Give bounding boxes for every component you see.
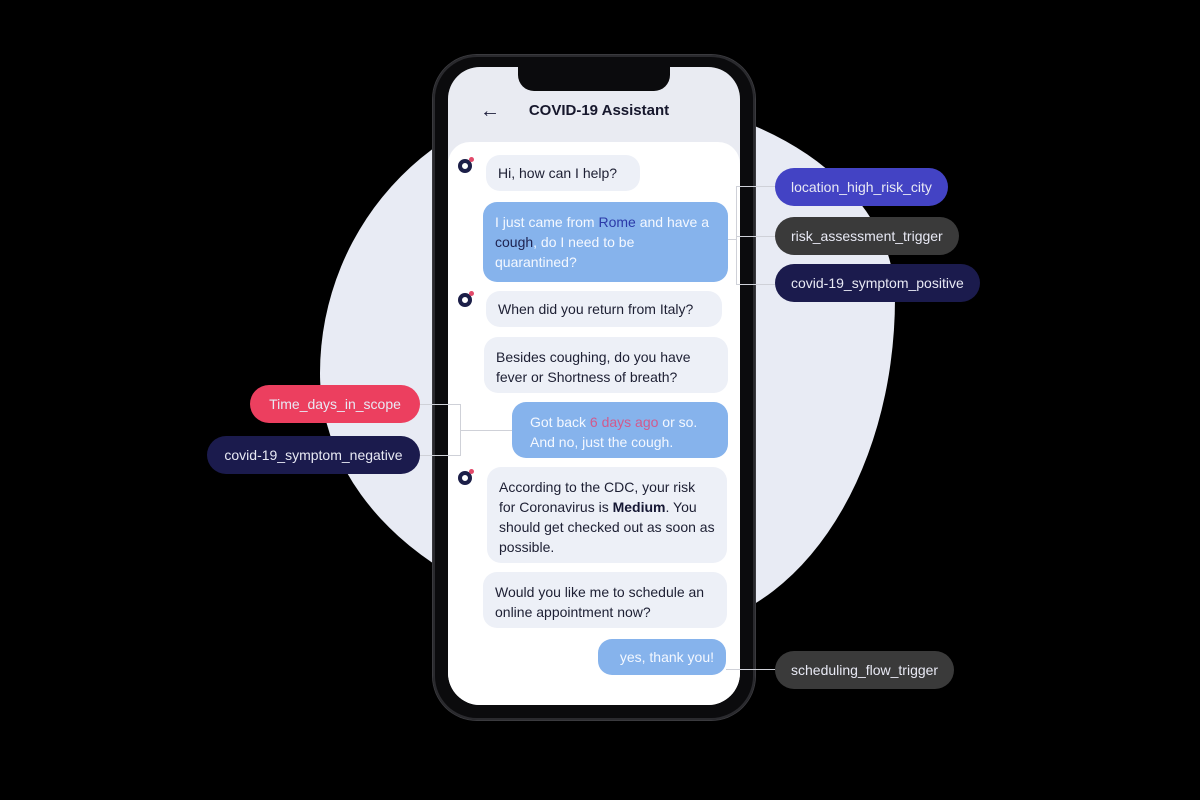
user-message: I just came from Rome and have a cough, …: [483, 202, 728, 282]
message-text: Got back: [530, 414, 590, 430]
intent-tag-risk-trigger: risk_assessment_trigger: [775, 217, 959, 255]
entity-city: Rome: [598, 214, 636, 230]
page-title: COVID-19 Assistant: [528, 102, 670, 119]
bot-message: Besides coughing, do you have fever or S…: [484, 337, 728, 393]
bot-message: Hi, how can I help?: [486, 155, 640, 191]
bot-message: According to the CDC, your risk for Coro…: [487, 467, 727, 563]
connector-line: [736, 186, 776, 187]
risk-level: Medium: [612, 499, 666, 515]
bot-avatar-icon: [458, 291, 474, 307]
message-text: Besides coughing, do you have fever or S…: [496, 349, 691, 385]
connector-line: [736, 284, 776, 285]
connector-line: [736, 236, 776, 237]
message-text: Would you like me to schedule an online …: [495, 584, 705, 620]
user-message: Got back 6 days ago or so. And no, just …: [512, 402, 728, 458]
bot-message: Would you like me to schedule an online …: [483, 572, 727, 628]
connector-line: [460, 430, 512, 431]
connector-line: [420, 455, 461, 456]
intent-tag-time: Time_days_in_scope: [250, 385, 420, 423]
message-text: yes, thank you!: [619, 649, 714, 665]
phone-notch: [518, 67, 670, 91]
connector-line: [460, 404, 461, 456]
message-text: When did you return from Italy?: [498, 301, 694, 317]
intent-tag-scheduling: scheduling_flow_trigger: [775, 651, 955, 689]
connector-line: [420, 404, 461, 405]
user-message: yes, thank you!: [598, 639, 726, 675]
intent-tag-location: location_high_risk_city: [775, 168, 948, 206]
bot-avatar-icon: [458, 157, 474, 173]
connector-line: [726, 669, 776, 670]
intent-tag-symptom-negative: covid-19_symptom_negative: [207, 436, 420, 474]
entity-time: 6 days ago: [589, 414, 659, 430]
message-text: and have a: [635, 214, 709, 230]
bot-message: When did you return from Italy?: [486, 291, 722, 327]
message-text: I just came from: [495, 214, 599, 230]
intent-tag-symptom-positive: covid-19_symptom_positive: [775, 264, 980, 302]
bot-avatar-icon: [458, 469, 474, 485]
entity-symptom: cough: [495, 234, 534, 250]
message-text: Hi, how can I help?: [498, 165, 618, 181]
